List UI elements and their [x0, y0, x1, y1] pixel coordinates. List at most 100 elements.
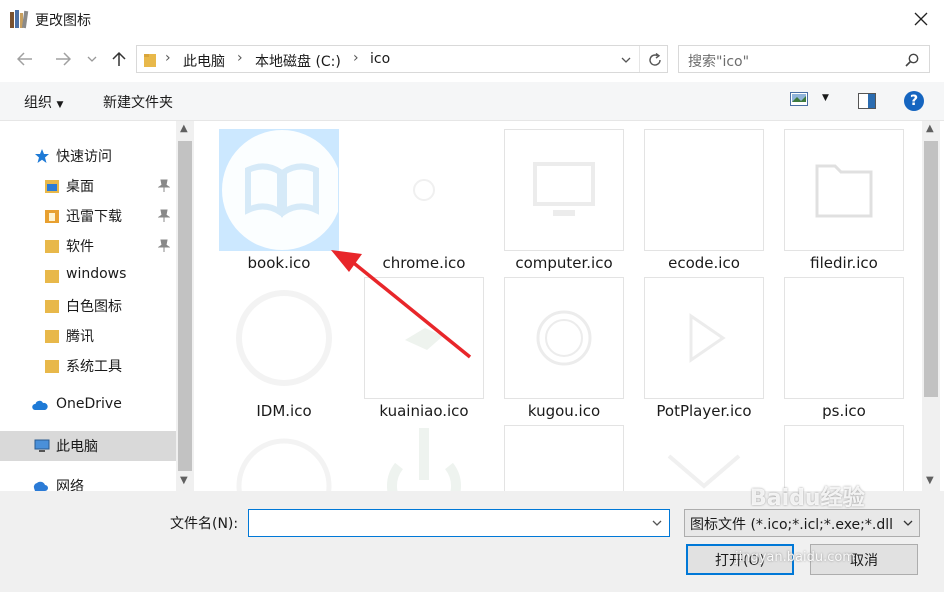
nav-item-quick-access[interactable]: 快速访问 [0, 141, 176, 171]
power-icon [387, 428, 461, 491]
recent-locations-button[interactable] [82, 46, 102, 72]
navigation-scrollbar[interactable]: ▲ ▼ [176, 121, 194, 491]
filename-label: 文件名(N): [170, 516, 239, 532]
nav-label: 腾讯 [66, 329, 94, 345]
up-button[interactable] [106, 46, 132, 72]
file-item-kuainiao[interactable]: kuainiao.ico [364, 277, 484, 420]
new-folder-button[interactable]: 新建文件夹 [103, 92, 173, 112]
pin-icon[interactable] [158, 239, 170, 253]
book-icon [222, 130, 342, 250]
watermark-logo: Baidu经验 [750, 486, 865, 511]
nav-item-desktop[interactable]: 桌面 [0, 171, 176, 201]
download-icon [236, 290, 332, 386]
arrow-right-icon [56, 52, 71, 66]
nav-item-thunder-download[interactable]: 迅雷下载 [0, 201, 176, 231]
nav-item-system-tools[interactable]: 系统工具 [0, 351, 176, 381]
view-options-button[interactable]: ▼ [790, 92, 834, 110]
file-item-idm[interactable]: IDM.ico [224, 277, 344, 420]
back-button[interactable] [12, 46, 38, 72]
forward-button[interactable] [50, 46, 76, 72]
books-icon [10, 10, 29, 29]
scroll-down-icon[interactable]: ▼ [926, 475, 934, 486]
filename-history-dropdown[interactable] [648, 513, 666, 533]
file-item-kugou[interactable]: kugou.ico [504, 277, 624, 420]
preview-pane-icon[interactable] [858, 93, 876, 109]
pin-icon[interactable] [158, 209, 170, 223]
file-name: filedir.ico [810, 254, 878, 272]
caret-down-icon: ▼ [822, 93, 829, 103]
file-item-chrome[interactable]: chrome.ico [364, 129, 484, 272]
kugou-icon [536, 310, 592, 366]
chrome-icon [413, 179, 435, 201]
search-placeholder: 搜索"ico" [688, 54, 750, 70]
network-icon [33, 481, 48, 491]
mail-icon [667, 454, 741, 489]
title-bar: 更改图标 [0, 0, 944, 38]
nav-item-white-icons[interactable]: 白色图标 [0, 291, 176, 321]
scroll-down-icon[interactable]: ▼ [180, 475, 188, 486]
file-item-book[interactable]: book.ico [219, 129, 342, 272]
question-icon: ? [909, 93, 919, 109]
file-item-partial[interactable] [644, 425, 764, 491]
divider [639, 46, 640, 72]
nav-item-software[interactable]: 软件 [0, 231, 176, 261]
caret-down-icon: ▼ [56, 100, 64, 110]
cloud-icon [32, 400, 48, 410]
file-name: chrome.ico [382, 254, 466, 272]
nav-label: 系统工具 [66, 359, 122, 375]
filename-input[interactable] [248, 509, 670, 537]
file-item-partial[interactable] [224, 425, 344, 491]
pin-icon[interactable] [158, 179, 170, 193]
nav-item-tencent[interactable]: 腾讯 [0, 321, 176, 351]
file-name: kuainiao.ico [379, 402, 469, 420]
organize-menu[interactable]: 组织 ▼ [24, 92, 63, 112]
scroll-thumb[interactable] [178, 141, 192, 471]
scroll-up-icon[interactable]: ▲ [180, 123, 188, 134]
file-item-partial[interactable] [504, 425, 624, 491]
address-bar[interactable]: › 此电脑 › 本地磁盘 (C:) › ico [136, 45, 668, 73]
file-item-ecode[interactable]: ecode.ico [644, 129, 764, 272]
breadcrumb-ico[interactable]: ico [370, 51, 390, 67]
file-thumbnail [644, 129, 764, 251]
scroll-up-icon[interactable]: ▲ [926, 123, 934, 134]
navigation-pane: 快速访问 桌面 迅雷下载 软件 windows 白色图标 腾讯 系统工具 One… [0, 121, 176, 491]
file-item-partial[interactable] [364, 425, 484, 491]
nav-label: 软件 [66, 239, 94, 255]
arrow-left-icon [17, 52, 32, 66]
refresh-button[interactable] [645, 50, 665, 70]
breadcrumb-this-pc[interactable]: 此电脑 [183, 51, 225, 71]
content-scrollbar[interactable]: ▲ ▼ [922, 121, 940, 491]
file-name: book.ico [247, 254, 311, 272]
chevron-down-icon [903, 520, 913, 526]
nav-label: 网络 [56, 479, 84, 491]
search-box[interactable]: 搜索"ico" [678, 45, 930, 73]
file-thumbnail [224, 425, 344, 491]
bird-icon [405, 328, 443, 350]
breadcrumb-local-disk[interactable]: 本地磁盘 (C:) [255, 51, 341, 71]
breadcrumb-separator: › [353, 50, 359, 66]
nav-label: 白色图标 [66, 299, 122, 315]
file-thumbnail [644, 277, 764, 399]
address-dropdown-button[interactable] [617, 51, 635, 69]
computer-icon [34, 439, 50, 452]
nav-item-network[interactable]: 网络 [0, 471, 176, 491]
arrow-up-icon [112, 51, 126, 66]
help-button[interactable]: ? [904, 91, 924, 111]
scroll-thumb[interactable] [924, 141, 938, 397]
close-button[interactable] [904, 4, 938, 34]
nav-item-windows[interactable]: windows [0, 261, 176, 291]
nav-item-this-pc[interactable]: 此电脑 [0, 431, 176, 461]
chevron-down-icon [621, 57, 631, 63]
breadcrumb-separator: › [237, 50, 243, 66]
file-item-filedir[interactable]: filedir.ico [784, 129, 904, 272]
gauge-icon [236, 438, 332, 491]
file-name: PotPlayer.ico [656, 402, 752, 420]
play-icon [689, 313, 726, 363]
nav-item-onedrive[interactable]: OneDrive [0, 391, 176, 421]
file-item-computer[interactable]: computer.ico [504, 129, 624, 272]
file-thumbnail [364, 277, 484, 399]
file-item-ps[interactable]: ps.ico [784, 277, 904, 420]
folder-icon [144, 54, 156, 67]
file-type-select[interactable]: 图标文件 (*.ico;*.icl;*.exe;*.dll [684, 509, 920, 537]
file-item-potplayer[interactable]: PotPlayer.ico [644, 277, 764, 420]
